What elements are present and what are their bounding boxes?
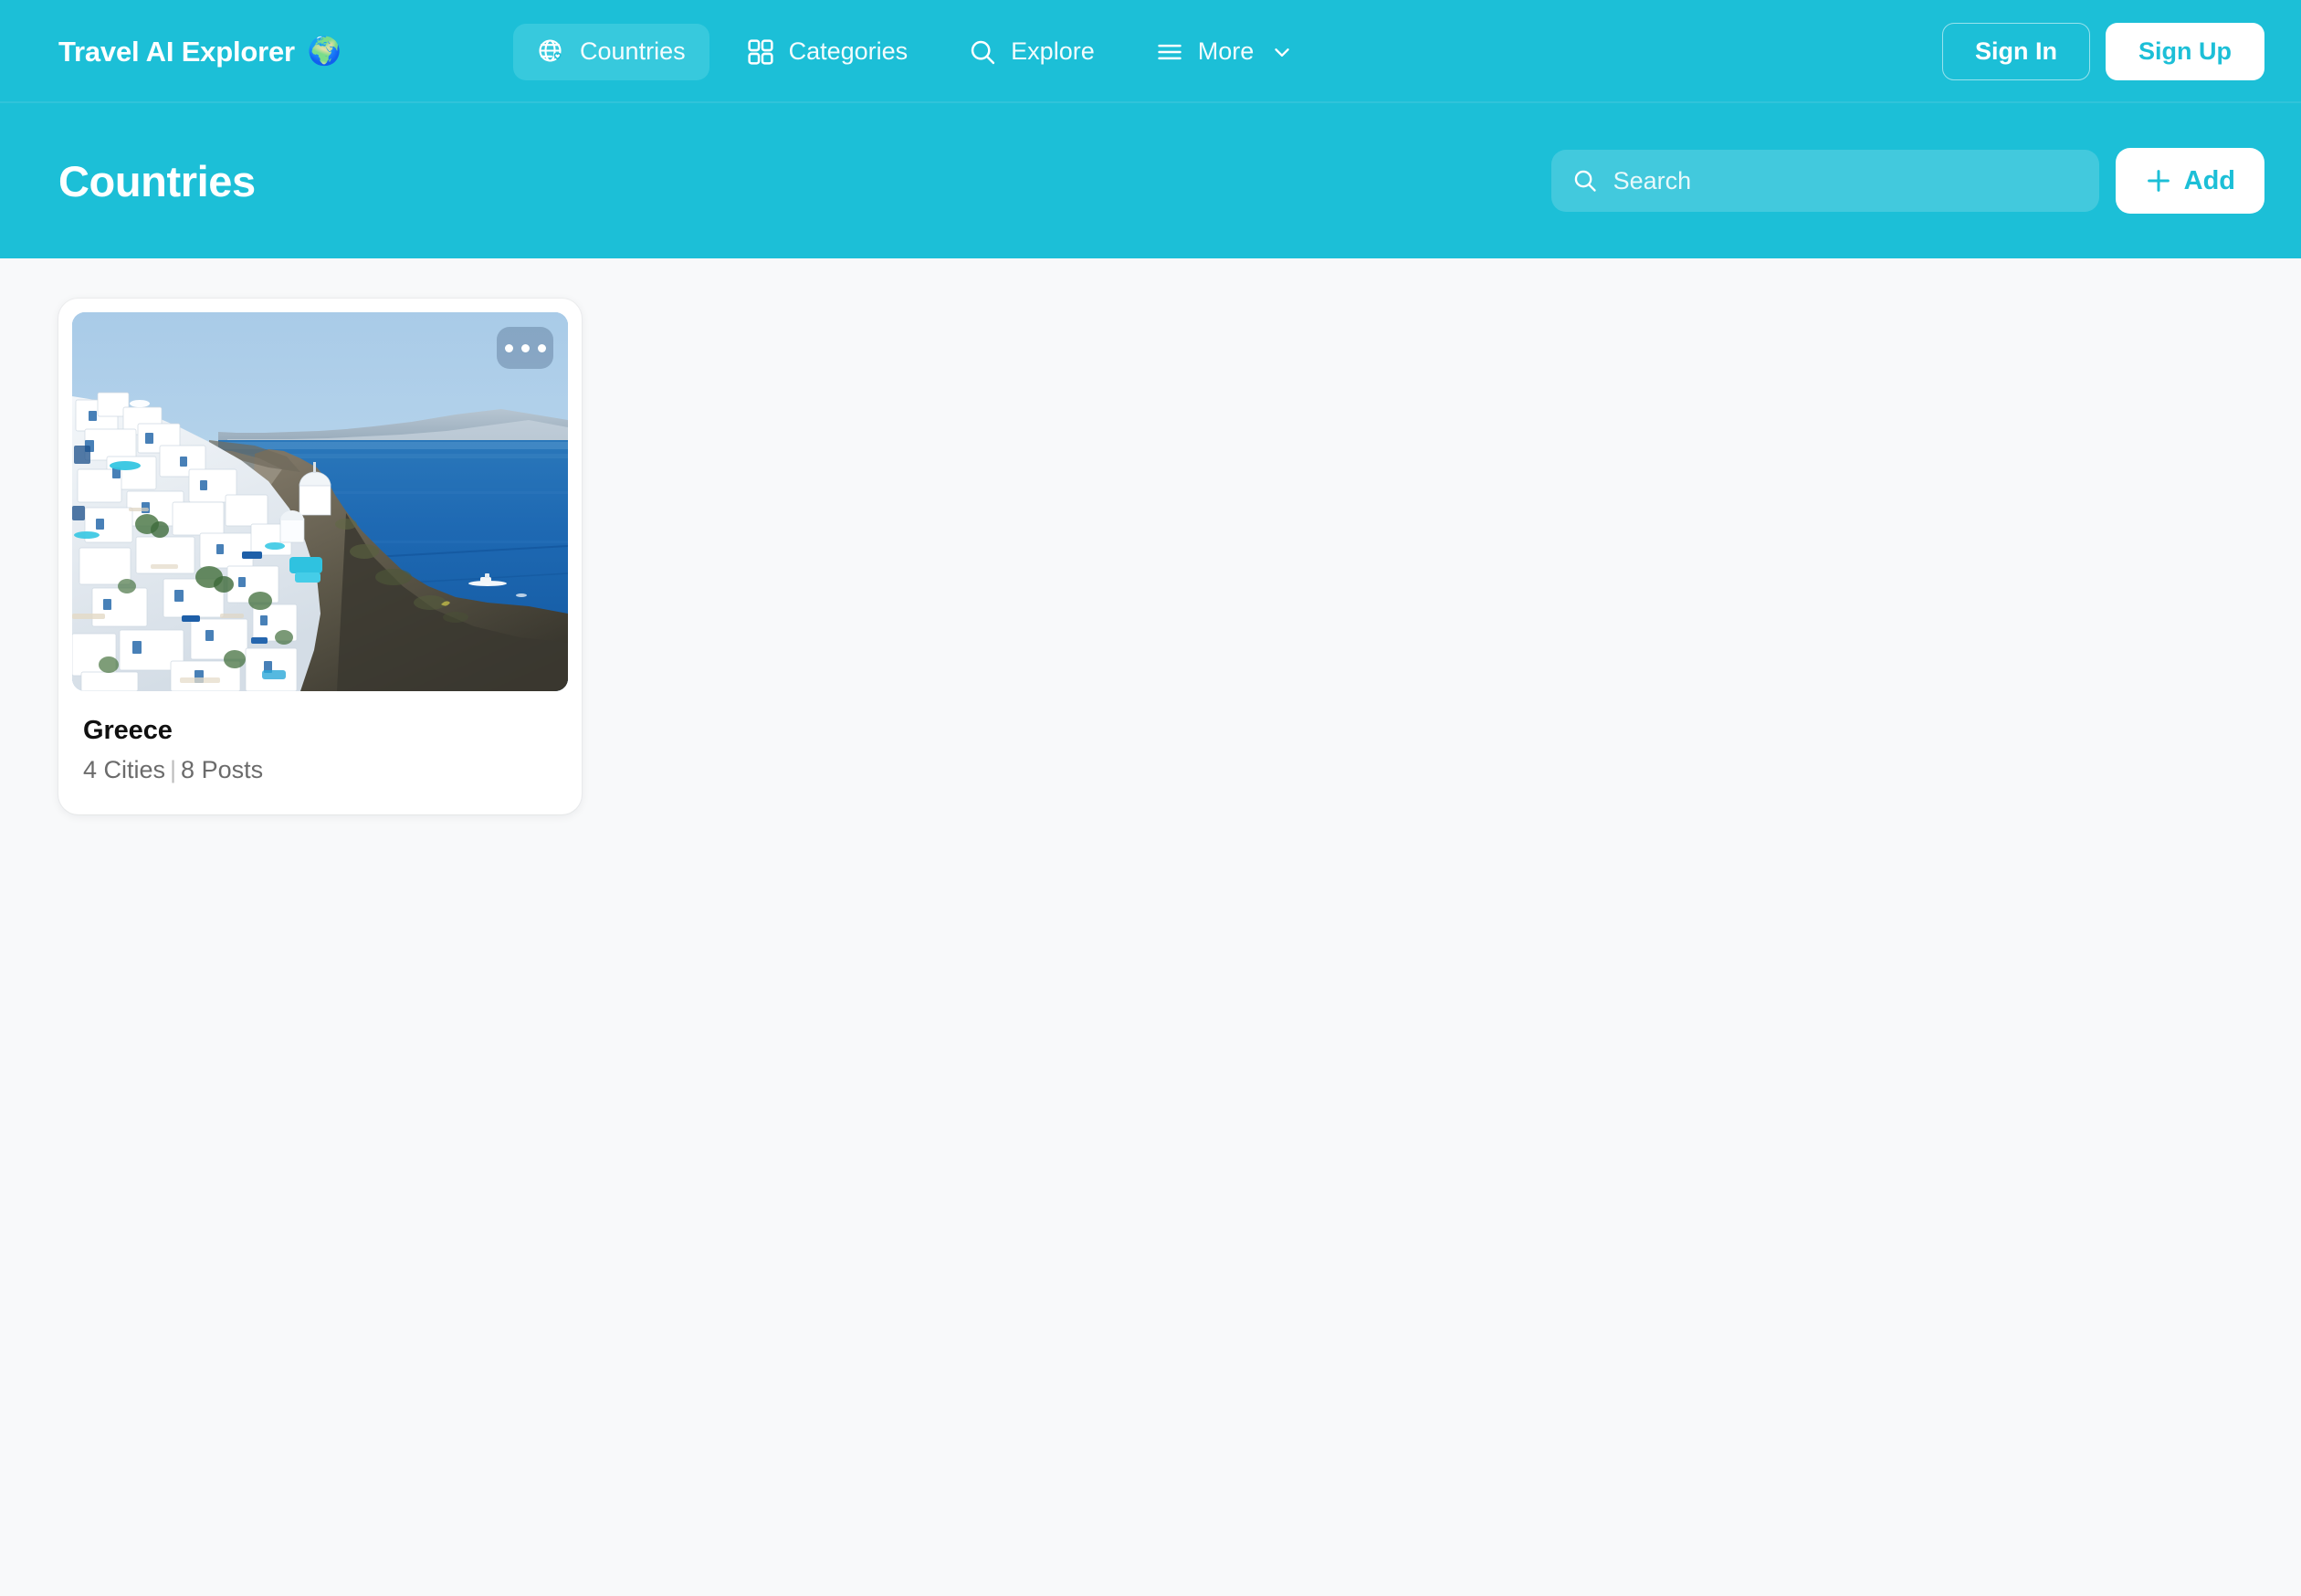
page-title: Countries: [58, 156, 256, 205]
brand-name: Travel AI Explorer: [58, 35, 295, 68]
page-header-tools: Add: [1550, 148, 2264, 214]
sign-up-button[interactable]: Sign Up: [2106, 22, 2264, 81]
nav-label-explore: Explore: [1011, 37, 1095, 65]
top-navigation-bar: Travel AI Explorer 🌍 Countries Categorie…: [0, 0, 2301, 103]
posts-count-label: 8 Posts: [181, 756, 264, 783]
search-box[interactable]: [1550, 150, 2099, 212]
chevron-down-icon: [1270, 40, 1294, 64]
dot-1-icon: [504, 343, 513, 352]
nav-item-categories[interactable]: Categories: [722, 24, 932, 80]
brand-logo[interactable]: Travel AI Explorer 🌍: [58, 36, 341, 68]
nav-label-countries: Countries: [580, 37, 686, 65]
country-card-title: Greece: [83, 716, 173, 745]
primary-nav: Countries Categories Explore More: [513, 23, 1319, 80]
page-header-band: Countries Add: [0, 103, 2301, 258]
search-icon: [1571, 167, 1599, 194]
nav-label-more: More: [1197, 37, 1255, 65]
country-card-meta: 4 Cities | 8 Posts: [83, 756, 557, 784]
sign-in-button[interactable]: Sign In: [1942, 22, 2090, 81]
grid-icon: [746, 37, 775, 67]
globe-heart-icon: [537, 37, 566, 67]
card-options-menu-button[interactable]: [497, 327, 553, 369]
hamburger-icon: [1155, 37, 1184, 67]
add-button-label: Add: [2183, 165, 2235, 195]
search-icon: [968, 37, 997, 67]
countries-grid: Greece 4 Cities | 8 Posts: [0, 258, 2301, 855]
search-input[interactable]: [1613, 166, 2079, 195]
santorini-photo: [72, 312, 568, 691]
dot-2-icon: [520, 343, 530, 352]
meta-separator: |: [170, 756, 177, 783]
add-button[interactable]: Add: [2115, 148, 2264, 214]
dot-3-icon: [537, 343, 546, 352]
nav-item-countries[interactable]: Countries: [513, 23, 709, 80]
nav-item-more[interactable]: More: [1131, 24, 1319, 80]
cities-count-label: 4 Cities: [83, 756, 166, 783]
globe-emoji-icon: 🌍: [307, 36, 342, 67]
auth-buttons: Sign In Sign Up: [1942, 22, 2264, 81]
country-card-body: Greece 4 Cities | 8 Posts: [72, 691, 568, 814]
plus-icon: [2145, 167, 2172, 194]
country-card-thumbnail: [72, 312, 568, 691]
nav-label-categories: Categories: [788, 37, 909, 65]
nav-item-explore[interactable]: Explore: [944, 24, 1119, 80]
country-card-greece[interactable]: Greece 4 Cities | 8 Posts: [58, 299, 582, 814]
